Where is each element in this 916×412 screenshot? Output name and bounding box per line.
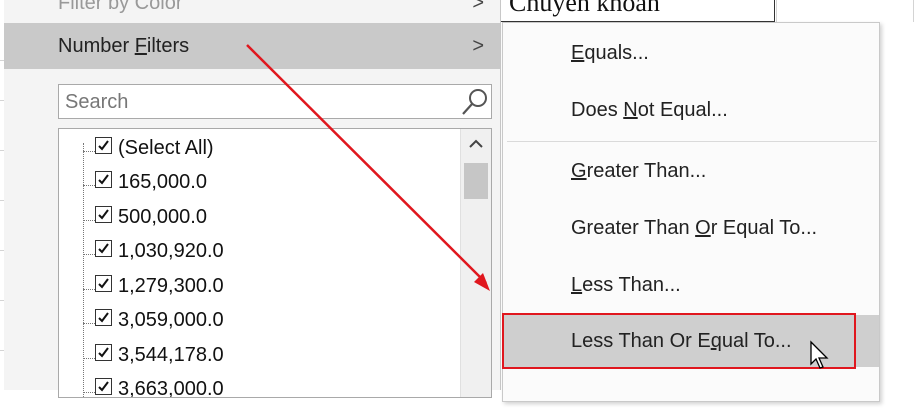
submenu-item-label: Greater Than... [571,160,706,183]
submenu-item-label: Greater Than Or Equal To... [571,217,817,240]
list-item-label: 500,000.0 [118,205,207,228]
submenu-separator [507,141,877,142]
label-post: r Equal To... [710,216,818,239]
tree-connector [83,219,95,221]
number-filters-pre: Number [58,34,135,57]
label-post: reater Than... [586,159,707,182]
label-post: ual To... [721,329,792,352]
list-item[interactable]: 1,279,300.0 [83,269,453,303]
submenu-item[interactable]: Greater Than... [503,145,879,197]
list-item[interactable]: 3,663,000.0 [83,373,453,398]
list-item[interactable]: (Select All) [83,131,453,165]
scroll-thumb[interactable] [464,163,488,199]
list-item-label: (Select All) [118,136,214,159]
label-accel: N [623,98,638,121]
label-accel: O [695,216,711,239]
tree-connector [83,357,95,359]
list-item-label: 1,279,300.0 [118,274,224,297]
list-item-label: 3,544,178.0 [118,343,224,366]
label-accel: L [571,273,583,296]
number-filters-post: ilters [146,34,190,57]
list-item-label: 3,059,000.0 [118,309,224,331]
checkbox-checked-icon[interactable] [95,240,112,257]
submenu-item-label: Less Than Or Equal To... [571,330,792,353]
checkbox-checked-icon[interactable] [95,171,112,188]
tree-connector [83,288,95,290]
submenu-item-label: Does Not Equal... [571,99,728,122]
search-input[interactable] [63,87,457,117]
search-icon [462,89,487,115]
submenu-item-label: Equals... [571,42,649,65]
submenu-item[interactable]: Does Not Equal... [503,84,879,136]
list-item[interactable]: 3,544,178.0 [83,338,453,372]
checkbox-checked-icon[interactable] [95,136,112,154]
number-filters-item[interactable]: Number Filters > [4,23,500,69]
search-box[interactable] [58,84,492,119]
label-accel: q [710,329,722,352]
submenu-item-label: Less Than... [571,274,681,297]
header-cell[interactable]: Chuyển khoản [500,0,775,22]
list-item-label: 3,663,000.0 [118,378,224,398]
tree-connector [83,323,95,324]
mouse-pointer-icon [810,340,829,369]
list-item-label: 165,000.0 [118,171,207,193]
chevron-right-icon: > [472,34,484,57]
tree-connector [83,254,95,255]
label-accel: E [571,41,585,64]
autofilter-menu: Filter by Color > Number Filters > (Sele… [4,0,501,398]
list-item[interactable]: 1,030,920.0 [83,235,453,269]
list-item[interactable]: 3,059,000.0 [83,304,453,338]
checkbox-checked-icon[interactable] [95,205,112,223]
checkbox-checked-icon[interactable] [95,378,112,395]
tree-connector [83,150,95,152]
list-item[interactable]: 165,000.0 [83,166,453,200]
label-pre: Less Than Or E [571,329,711,352]
label-accel: G [571,159,587,182]
list-item-label: 1,030,920.0 [118,240,224,262]
chevron-right-icon: > [472,0,484,14]
checkbox-checked-icon[interactable] [95,309,112,326]
label-post: ot Equal... [637,98,728,121]
number-filters-label: Number Filters [58,35,189,58]
scroll-up-icon[interactable] [461,133,491,155]
label-post: ess Than... [582,273,681,296]
submenu-item[interactable]: Greater Than Or Equal To... [503,202,879,254]
label-pre: Does [571,98,624,121]
number-filters-accel: F [134,34,147,57]
tree-connector [83,185,95,186]
checkbox-checked-icon[interactable] [95,274,112,292]
values-list[interactable]: (Select All) 165,000.0 500,000.0 1,030,920.… [58,128,492,398]
checkbox-checked-icon[interactable] [95,343,112,361]
vertical-scrollbar[interactable] [460,129,491,397]
tree-connector [83,392,95,393]
sheet-right-column [878,22,916,412]
submenu-item[interactable]: Equals... [503,27,879,79]
filter-by-color-label: Filter by Color [58,0,183,14]
submenu-item[interactable]: Less Than... [503,259,879,311]
label-pre: Greater Than [571,216,696,239]
list-item[interactable]: 500,000.0 [83,200,453,234]
label-post: quals... [584,41,649,64]
